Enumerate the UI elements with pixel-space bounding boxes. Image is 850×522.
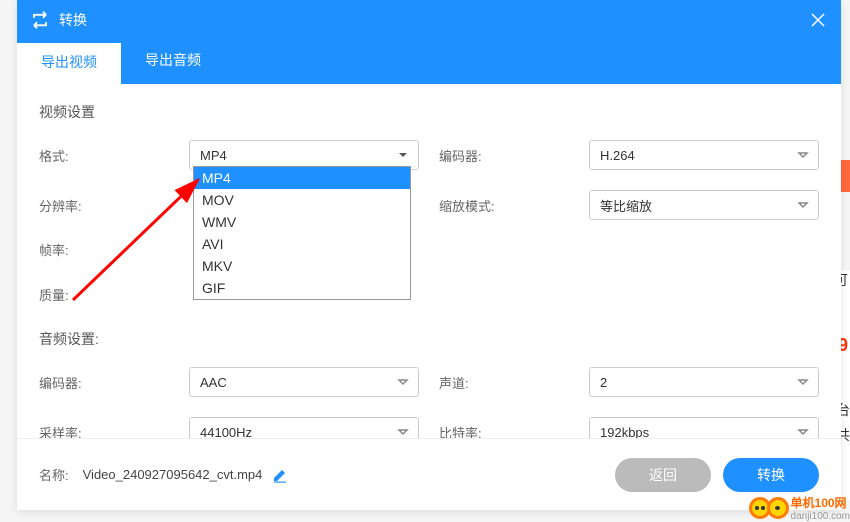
bitrate-label: 比特率: [439,423,589,439]
chevron-down-icon [396,148,410,162]
dropdown-item[interactable]: MKV [194,255,410,277]
close-icon[interactable] [809,11,827,29]
chevron-down-icon [796,198,810,212]
video-settings-title: 视频设置 [39,102,819,122]
dropdown-item[interactable]: MP4 [194,167,410,189]
encoder-value: H.264 [600,148,635,163]
bitrate-select[interactable]: 192kbps [589,417,819,438]
watermark-name: 单机100网 [791,494,850,511]
format-value: MP4 [200,148,227,163]
encoder-label: 编码器: [439,146,589,165]
watermark-url: danji100.com [791,511,850,522]
convert-dialog: 转换 导出视频 导出音频 视频设置 格式: MP4 编码器: H.264 [17,0,841,510]
quality-label: 质量: [39,285,189,304]
titlebar: 转换 [17,0,841,40]
chevron-down-icon [796,375,810,389]
chevron-down-icon [796,148,810,162]
chevron-down-icon [396,425,410,438]
dropdown-item[interactable]: WMV [194,211,410,233]
filename-value: Video_240927095642_cvt.mp4 [83,467,263,482]
watermark: 单机100网 danji100.com [749,494,850,522]
scale-label: 缩放模式: [439,196,589,215]
convert-button[interactable]: 转换 [723,458,819,492]
chevron-down-icon [796,425,810,438]
back-button[interactable]: 返回 [615,458,711,492]
convert-icon [31,11,49,29]
encoder-select[interactable]: H.264 [589,140,819,170]
tab-export-audio[interactable]: 导出音频 [121,40,225,84]
footer: 名称: Video_240927095642_cvt.mp4 返回 转换 [17,438,841,510]
bitrate-value: 192kbps [600,425,649,439]
content: 视频设置 格式: MP4 编码器: H.264 分辨率: [17,84,841,438]
channel-value: 2 [600,375,607,390]
dropdown-item[interactable]: AVI [194,233,410,255]
filename-label: 名称: [39,465,69,484]
format-label: 格式: [39,146,189,165]
tab-export-video[interactable]: 导出视频 [17,40,121,84]
scale-select[interactable]: 等比缩放 [589,190,819,220]
aencoder-label: 编码器: [39,373,189,392]
edit-icon[interactable] [272,467,288,483]
dropdown-item[interactable]: MOV [194,189,410,211]
scale-value: 等比缩放 [600,196,652,215]
samplerate-select[interactable]: 44100Hz [189,417,419,438]
chevron-down-icon [396,375,410,389]
aencoder-select[interactable]: AAC [189,367,419,397]
logo-icon [767,497,789,519]
window-title: 转换 [59,10,809,30]
channel-label: 声道: [439,373,589,392]
samplerate-label: 采样率: [39,423,189,439]
aencoder-value: AAC [200,375,227,390]
format-dropdown: MP4MOVWMVAVIMKVGIF [193,166,411,300]
resolution-label: 分辨率: [39,196,189,215]
dropdown-item[interactable]: GIF [194,277,410,299]
fps-label: 帧率: [39,240,189,259]
samplerate-value: 44100Hz [200,425,252,439]
audio-settings-title: 音频设置: [39,329,819,349]
tabs: 导出视频 导出音频 [17,40,841,84]
channel-select[interactable]: 2 [589,367,819,397]
